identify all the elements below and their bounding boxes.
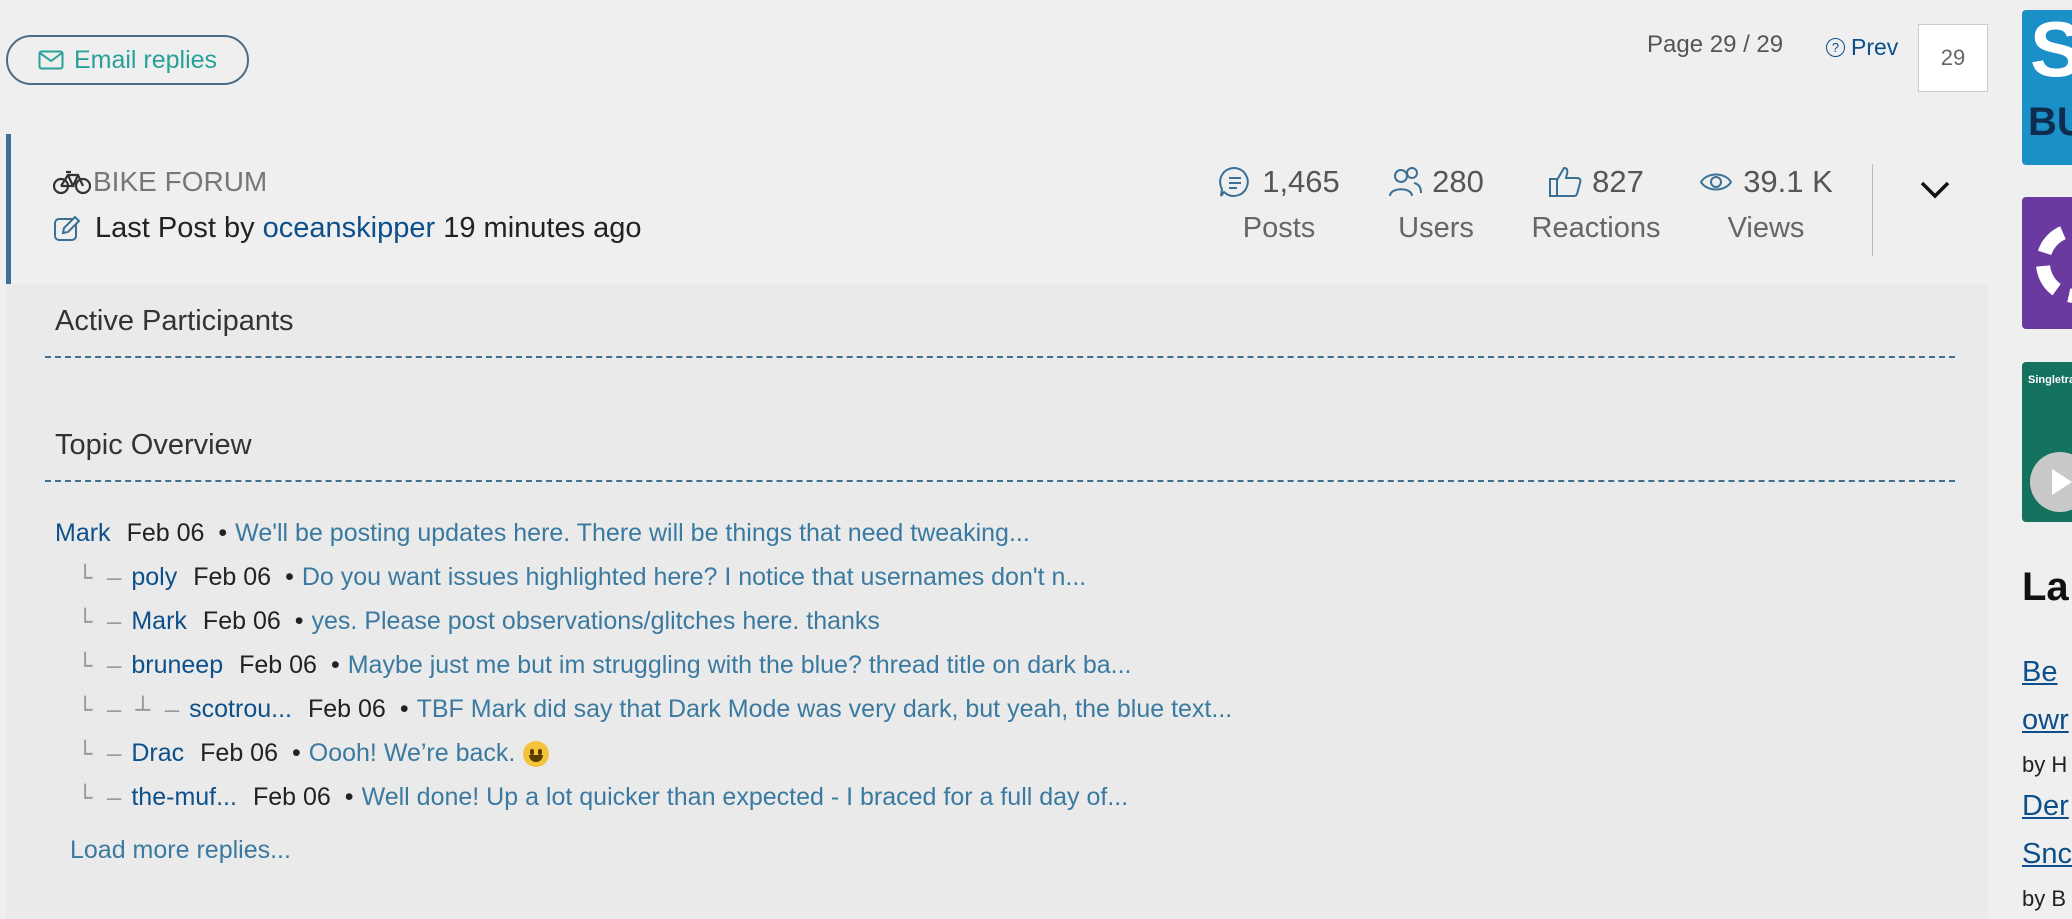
reply-separator: • bbox=[285, 563, 294, 591]
reply-author-link[interactable]: Mark bbox=[55, 519, 111, 548]
reply-author-link[interactable]: bruneep bbox=[131, 651, 223, 680]
reply-row[interactable]: └ — poly Feb 06 • Do you want issues hig… bbox=[78, 563, 1086, 592]
stat-views: 39.1 K Views bbox=[1691, 164, 1841, 245]
ad-logo-letter: S bbox=[2030, 10, 2072, 93]
reply-snippet-link[interactable]: We'll be posting updates here. There wil… bbox=[235, 519, 1030, 548]
email-replies-button[interactable]: Email replies bbox=[6, 35, 249, 85]
users-count: 280 bbox=[1432, 164, 1484, 199]
reply-separator: • bbox=[399, 695, 409, 723]
thread-connector: └ — bbox=[78, 739, 122, 768]
reply-snippet-link[interactable]: Well done! Up a lot quicker than expecte… bbox=[362, 783, 1129, 812]
reply-author-link[interactable]: the-muf... bbox=[131, 783, 237, 812]
sidebar-article-byline: by B bbox=[2022, 886, 2067, 911]
reply-separator: • bbox=[294, 607, 304, 635]
reply-date: Feb 06 bbox=[252, 783, 331, 811]
sidebar-article-link[interactable]: owr bbox=[2022, 704, 2069, 737]
reply-row[interactable]: └ — Drac Feb 06 • Oooh! We’re back. bbox=[78, 739, 550, 768]
thread-connector: └ — bbox=[78, 563, 122, 592]
last-post-prefix: Last Post by bbox=[95, 212, 255, 244]
stat-users: 280 Users bbox=[1376, 164, 1496, 245]
section-divider bbox=[45, 480, 1955, 482]
last-post-user-link[interactable]: oceanskipper bbox=[263, 212, 436, 244]
posts-icon bbox=[1219, 166, 1249, 197]
sidebar-article-link[interactable]: Snc bbox=[2022, 838, 2072, 871]
topic-header: BIKE FORUM Last Post by oceanskipper 19 … bbox=[6, 134, 1988, 284]
reply-row[interactable]: Mark Feb 06 • We'll be posting updates h… bbox=[55, 519, 1030, 548]
reply-date: Feb 06 bbox=[200, 739, 278, 767]
reply-snippet-link[interactable]: yes. Please post observations/glitches h… bbox=[312, 607, 880, 636]
thread-connector: └ — ┴ — bbox=[78, 695, 180, 724]
grinning-emoji-icon bbox=[523, 740, 550, 767]
reply-snippet-link[interactable]: Maybe just me but im struggling with the… bbox=[348, 651, 1132, 680]
email-replies-label: Email replies bbox=[73, 45, 218, 74]
reply-snippet-link[interactable]: Oooh! We’re back. bbox=[309, 739, 516, 768]
sidebar-article-link[interactable]: Der bbox=[2022, 790, 2069, 823]
active-participants-title: Active Participants bbox=[55, 305, 294, 337]
sidebar-article-link[interactable]: Be bbox=[2022, 656, 2057, 689]
gear-icon bbox=[2036, 223, 2072, 303]
reply-date: Feb 06 bbox=[193, 563, 272, 591]
reply-snippet-link[interactable]: TBF Mark did say that Dark Mode was very… bbox=[417, 695, 1233, 724]
views-count: 39.1 K bbox=[1743, 164, 1833, 199]
reply-row[interactable]: └ — ┴ — scotrou... Feb 06 • TBF Mark did… bbox=[78, 695, 1232, 724]
reply-snippet-link[interactable]: Do you want issues highlighted here? I n… bbox=[302, 563, 1086, 592]
reply-date: Feb 06 bbox=[126, 519, 205, 547]
reply-author-link[interactable]: scotrou... bbox=[189, 695, 292, 724]
reply-date: Feb 06 bbox=[239, 651, 317, 679]
topic-overview-title: Topic Overview bbox=[55, 429, 252, 461]
sidebar-ad-image[interactable]: S BU bbox=[2022, 10, 2072, 165]
reply-author-link[interactable]: Mark bbox=[131, 607, 187, 636]
help-icon: ? bbox=[1826, 38, 1845, 57]
bicycle-icon bbox=[53, 170, 91, 195]
thread-connector: └ — bbox=[78, 783, 122, 812]
reply-date: Feb 06 bbox=[307, 695, 386, 723]
play-icon[interactable] bbox=[2030, 452, 2072, 512]
forum-name: BIKE FORUM bbox=[93, 166, 268, 197]
latest-heading: La bbox=[2022, 565, 2069, 609]
last-post-info: Last Post by oceanskipper 19 minutes ago bbox=[53, 212, 642, 245]
posts-label: Posts bbox=[1242, 212, 1316, 244]
eye-icon bbox=[1700, 173, 1733, 191]
reply-row[interactable]: └ — Mark Feb 06 • yes. Please post obser… bbox=[78, 607, 880, 636]
sidebar-ad-image[interactable] bbox=[2022, 197, 2072, 329]
chevron-down-icon[interactable] bbox=[1916, 170, 1954, 208]
edit-icon bbox=[54, 215, 81, 241]
stat-posts: 1,465 Posts bbox=[1209, 164, 1349, 245]
page-number-input[interactable]: 29 bbox=[1918, 24, 1988, 92]
users-label: Users bbox=[1398, 212, 1474, 244]
thumbs-up-icon bbox=[1549, 166, 1582, 197]
reactions-count: 827 bbox=[1592, 164, 1644, 199]
last-post-time: 19 minutes ago bbox=[443, 212, 642, 244]
page-indicator: Page 29 / 29 bbox=[1647, 31, 1784, 58]
reactions-label: Reactions bbox=[1531, 212, 1661, 244]
reply-date: Feb 06 bbox=[202, 607, 281, 635]
prev-label: Prev bbox=[1851, 34, 1899, 60]
topic-details-panel: Active Participants Topic Overview Mark … bbox=[6, 284, 1988, 919]
reply-author-link[interactable]: Drac bbox=[131, 739, 184, 768]
reply-separator: • bbox=[330, 651, 340, 679]
ad-logo-text: BU bbox=[2028, 100, 2072, 144]
thread-connector: └ — bbox=[78, 607, 122, 636]
reply-separator: • bbox=[344, 783, 354, 811]
thread-connector: └ — bbox=[78, 651, 122, 680]
reply-separator: • bbox=[292, 739, 301, 767]
sidebar-article-byline: by H bbox=[2022, 752, 2068, 777]
load-more-replies-link[interactable]: Load more replies... bbox=[70, 836, 291, 865]
stats-divider bbox=[1872, 164, 1873, 256]
users-icon bbox=[1389, 167, 1423, 197]
reply-separator: • bbox=[218, 519, 228, 547]
stat-reactions: 827 Reactions bbox=[1516, 164, 1676, 245]
reply-row[interactable]: └ — bruneep Feb 06 • Maybe just me but i… bbox=[78, 651, 1131, 680]
sidebar-video-thumbnail[interactable]: Singletra bbox=[2022, 362, 2072, 522]
envelope-icon bbox=[38, 50, 64, 70]
views-label: Views bbox=[1727, 212, 1805, 244]
posts-count: 1,465 bbox=[1262, 164, 1340, 199]
reply-author-link[interactable]: poly bbox=[131, 563, 177, 592]
reply-row[interactable]: └ — the-muf... Feb 06 • Well done! Up a … bbox=[78, 783, 1128, 812]
forum-link[interactable]: BIKE FORUM bbox=[53, 166, 267, 198]
prev-page-link[interactable]: ? Prev bbox=[1826, 34, 1898, 61]
section-divider bbox=[45, 356, 1955, 358]
video-title: Singletra bbox=[2028, 374, 2072, 386]
